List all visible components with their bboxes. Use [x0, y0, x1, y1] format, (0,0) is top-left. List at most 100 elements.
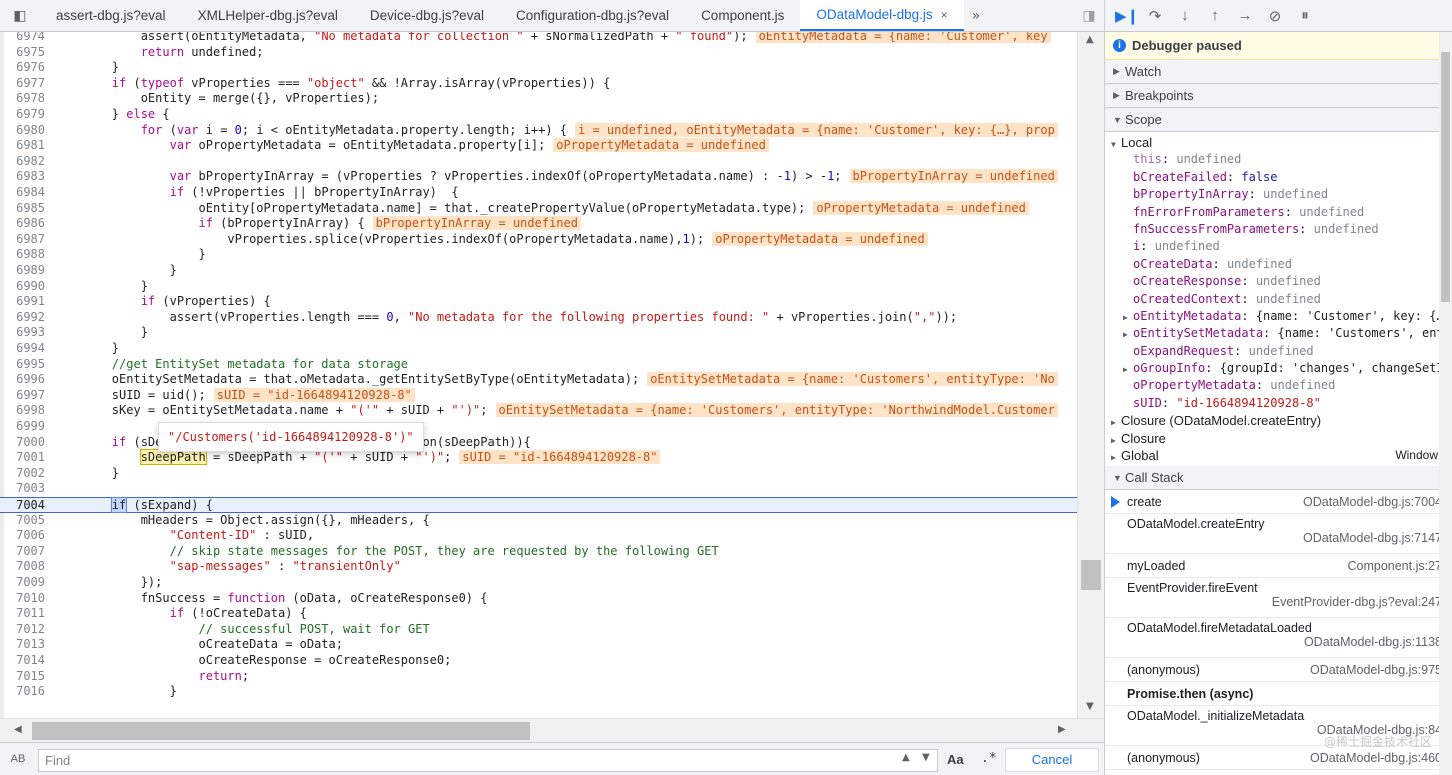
more-tabs-icon[interactable]: » — [964, 0, 989, 31]
scope-variable-oEntityMetadata[interactable]: ▶ oEntityMetadata: {name: 'Customer', key… — [1105, 308, 1452, 325]
line-number[interactable]: 7002 — [0, 466, 45, 482]
code-line[interactable]: 6977 if (typeof vProperties === "object"… — [0, 76, 1077, 92]
line-number[interactable]: 6983 — [0, 169, 45, 185]
line-number[interactable]: 6993 — [0, 325, 45, 341]
code-line[interactable]: 6987 vProperties.splice(vProperties.inde… — [0, 231, 1077, 248]
step-out-icon[interactable]: ↑ — [1205, 7, 1225, 24]
deactivate-breakpoints-icon[interactable]: ⊘ — [1265, 7, 1285, 25]
hovered-variable-token[interactable]: sDeepPath — [139, 449, 207, 466]
line-number[interactable]: 6977 — [0, 76, 45, 92]
scope-group-row[interactable]: ▶ Closure (ODataModel.createEntry) — [1105, 412, 1452, 429]
line-number[interactable]: 6992 — [0, 310, 45, 326]
code-line[interactable]: 7002 } — [0, 466, 1077, 482]
watch-section-header[interactable]: ▶ Watch — [1105, 60, 1452, 84]
scope-variable-oExpandRequest[interactable]: oExpandRequest: undefined — [1105, 343, 1452, 360]
code-line[interactable]: 7016 } — [0, 684, 1077, 700]
line-number[interactable]: 7012 — [0, 622, 45, 638]
code-line[interactable]: 6985 oEntity[oPropertyMetadata.name] = t… — [0, 200, 1077, 217]
code-line[interactable]: 6981 var oPropertyMetadata = oEntityMeta… — [0, 138, 1077, 154]
code-line[interactable]: 7006 "Content-ID" : sUID, — [0, 528, 1077, 544]
code-line[interactable]: 6991 if (vProperties) { — [0, 294, 1077, 310]
call-frame[interactable]: ODataModel-dbg.js:460 (anonymous) — [1105, 746, 1452, 771]
call-frame-location[interactable]: ODataModel-dbg.js:7004 — [1303, 490, 1442, 514]
line-number[interactable]: 7013 — [0, 637, 45, 653]
code-line[interactable]: 7008 "sap-messages" : "transientOnly" — [0, 559, 1077, 575]
line-number[interactable]: 7009 — [0, 575, 45, 591]
code-line[interactable]: 7001 sDeepPath = sDeepPath + "('" + sUID… — [0, 449, 1077, 466]
code-line[interactable]: 6979 } else { — [0, 107, 1077, 123]
toggle-navigator-icon[interactable]: ◧ — [0, 0, 40, 31]
scope-variable-fnErrorFromParameters[interactable]: fnErrorFromParameters: undefined — [1105, 204, 1452, 221]
scope-variable-oCreateResponse[interactable]: oCreateResponse: undefined — [1105, 273, 1452, 290]
line-number[interactable]: 6986 — [0, 216, 45, 232]
line-number[interactable]: 6976 — [0, 60, 45, 76]
line-number[interactable]: 7010 — [0, 591, 45, 607]
code-line[interactable]: 6975 return undefined; — [0, 45, 1077, 61]
scope-group-row[interactable]: ▶ Closure — [1105, 430, 1452, 447]
call-frame-location[interactable]: EventProvider-dbg.js?eval:247 — [1127, 595, 1442, 609]
scope-variable-oCreatedContext[interactable]: oCreatedContext: undefined — [1105, 291, 1452, 308]
code-line[interactable]: 6996 oEntitySetMetadata = that.oMetadata… — [0, 372, 1077, 388]
editor-horizontal-scrollbar[interactable]: ◀ ▶ — [0, 718, 1104, 742]
line-number[interactable]: 7016 — [0, 684, 45, 700]
call-frame-location[interactable]: ODataModel-dbg.js:460 — [1310, 746, 1442, 770]
code-line[interactable]: 6980 for (var i = 0; i < oEntityMetadata… — [0, 122, 1077, 139]
call-frame[interactable]: ODataModel.fireMetadataLoaded ODataModel-… — [1105, 618, 1452, 659]
scope-variable-oCreateData[interactable]: oCreateData: undefined — [1105, 256, 1452, 273]
code-line[interactable]: 7015 return; — [0, 669, 1077, 685]
code-line[interactable]: 7010 fnSuccess = function (oData, oCreat… — [0, 591, 1077, 607]
code-line[interactable]: 6995 //get EntitySet metadata for data s… — [0, 357, 1077, 373]
code-line[interactable]: 6998 sKey = oEntitySetMetadata.name + "(… — [0, 403, 1077, 419]
code-line[interactable]: 6983 var bPropertyInArray = (vProperties… — [0, 169, 1077, 185]
code-line[interactable]: 6993 } — [0, 325, 1077, 341]
call-frame[interactable]: Component.js:27 myLoaded — [1105, 554, 1452, 579]
line-number[interactable]: 6999 — [0, 419, 45, 435]
code-line[interactable]: 7005 mHeaders = Object.assign({}, mHeade… — [0, 513, 1077, 529]
expand-triangle-icon[interactable]: ▶ — [1123, 326, 1133, 342]
line-number[interactable]: 7015 — [0, 669, 45, 685]
code-line[interactable]: 7003 — [0, 481, 1077, 497]
code-line[interactable]: 7012 // successful POST, wait for GET — [0, 622, 1077, 638]
code-line[interactable]: 7009 }); — [0, 575, 1077, 591]
code-line[interactable]: 6976 } — [0, 60, 1077, 76]
scope-variable-bPropertyInArray[interactable]: bPropertyInArray: undefined — [1105, 186, 1452, 203]
line-number[interactable]: 7005 — [0, 513, 45, 529]
breakpoints-section-header[interactable]: ▶ Breakpoints — [1105, 84, 1452, 108]
line-number[interactable]: 6975 — [0, 45, 45, 61]
callstack-section-header[interactable]: ▼ Call Stack — [1105, 466, 1452, 491]
line-number[interactable]: 7014 — [0, 653, 45, 669]
find-input[interactable] — [38, 749, 938, 772]
line-number[interactable]: 6991 — [0, 294, 45, 310]
sidebar-scroll-thumb[interactable] — [1441, 52, 1450, 302]
sidebar-scrollbar[interactable] — [1439, 32, 1452, 775]
scope-variable-sUID[interactable]: sUID: "id-1664894120928-8" — [1105, 395, 1452, 412]
line-number[interactable]: 7008 — [0, 559, 45, 575]
scope-variable-oEntitySetMetadata[interactable]: ▶ oEntitySetMetadata: {name: 'Customers',… — [1105, 325, 1452, 342]
line-number[interactable]: 7007 — [0, 544, 45, 560]
code-line[interactable]: 6986 if (bPropertyInArray) {bPropertyInA… — [0, 216, 1077, 232]
expand-triangle-icon[interactable]: ▶ — [1111, 432, 1121, 447]
tab-2[interactable]: Device-dbg.js?eval — [354, 0, 500, 31]
expand-triangle-icon[interactable]: ▶ — [1111, 449, 1121, 464]
line-number[interactable]: 6974 — [0, 32, 45, 45]
step-into-icon[interactable]: ↓ — [1175, 7, 1195, 24]
find-next-icon[interactable]: ▼ — [922, 752, 930, 763]
scope-local-row[interactable]: ▼ Local — [1105, 134, 1452, 151]
regex-button[interactable]: .* — [981, 751, 997, 766]
code-line[interactable]: 6989 } — [0, 263, 1077, 279]
expand-triangle-icon[interactable]: ▶ — [1123, 361, 1133, 377]
code-line[interactable]: 7013 oCreateData = oData; — [0, 637, 1077, 653]
scope-variable-bCreateFailed[interactable]: bCreateFailed: false — [1105, 169, 1452, 186]
scope-variable-oGroupInfo[interactable]: ▶ oGroupInfo: {groupId: 'changes', change… — [1105, 360, 1452, 377]
line-number[interactable]: 6988 — [0, 247, 45, 263]
step-over-icon[interactable]: ↷ — [1145, 7, 1165, 25]
step-icon[interactable]: → — [1235, 7, 1255, 24]
match-case-button[interactable]: Aa — [947, 752, 964, 767]
code-line[interactable]: 6988 } — [0, 247, 1077, 263]
line-number[interactable]: 6995 — [0, 357, 45, 373]
expand-triangle-icon[interactable]: ▶ — [1111, 414, 1121, 429]
code-editor[interactable]: 6974 assert(oEntityMetadata, "No metadat… — [0, 32, 1104, 718]
scroll-up-icon[interactable]: ▲ — [1086, 34, 1094, 45]
scope-variable-i[interactable]: i: undefined — [1105, 238, 1452, 255]
line-number[interactable]: 7006 — [0, 528, 45, 544]
